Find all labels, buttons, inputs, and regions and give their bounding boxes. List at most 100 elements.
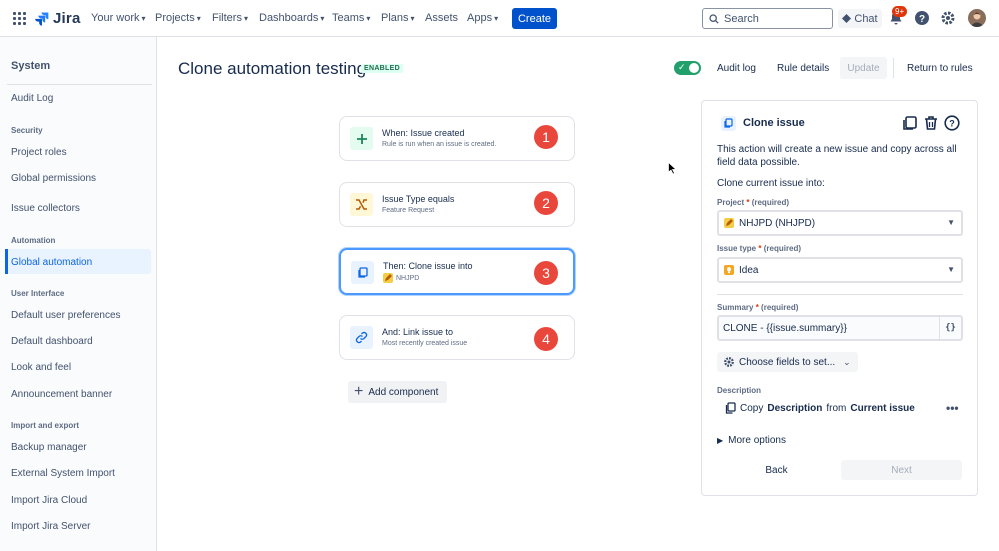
chevron-down-icon: ▾ xyxy=(410,13,415,23)
sidebar-heading-security: Security xyxy=(11,126,43,135)
nav-label: Your work xyxy=(91,12,140,24)
sidebar-item-project-roles[interactable]: Project roles xyxy=(11,147,67,158)
sidebar-item-import-jira-cloud[interactable]: Import Jira Cloud xyxy=(11,495,87,506)
chevron-down-icon: ▾ xyxy=(366,13,371,23)
link-icon xyxy=(350,326,373,349)
nav-your-work[interactable]: Your work ▾ xyxy=(91,12,146,24)
check-icon: ✓ xyxy=(678,62,686,72)
create-button[interactable]: Create xyxy=(512,8,557,29)
update-button[interactable]: Update xyxy=(840,57,887,79)
status-badge: ENABLED xyxy=(361,64,403,73)
duplicate-icon[interactable] xyxy=(902,115,918,131)
trash-icon[interactable] xyxy=(923,115,939,131)
sidebar-title: System xyxy=(11,60,51,72)
plus-icon: + xyxy=(354,383,364,400)
sidebar-item-backup-manager[interactable]: Backup manager xyxy=(11,442,87,453)
chat-button[interactable]: Chat xyxy=(838,9,882,28)
chevron-down-icon: ▾ xyxy=(494,13,499,23)
rule-details-button[interactable]: Rule details xyxy=(777,63,829,74)
copy-source-name: Current issue xyxy=(850,402,915,414)
sidebar-heading-user-interface: User Interface xyxy=(11,289,65,298)
project-pencil-icon xyxy=(724,218,734,228)
jira-logo-icon xyxy=(35,11,49,26)
sidebar-item-external-system-import[interactable]: External System Import xyxy=(11,468,115,479)
issue-type-select-value: Idea xyxy=(739,264,759,276)
nav-label: Filters xyxy=(212,12,242,24)
step-number-badge: 1 xyxy=(534,125,558,149)
clone-into-label: Clone current issue into: xyxy=(717,178,825,189)
avatar-person-icon xyxy=(970,12,984,27)
nav-label: Dashboards xyxy=(259,12,319,24)
nav-assets[interactable]: Assets xyxy=(425,12,458,24)
copy-icon xyxy=(721,116,736,131)
sidebar-item-import-jira-server[interactable]: Import Jira Server xyxy=(11,521,90,532)
label-text: Summary xyxy=(717,303,754,312)
search-box[interactable] xyxy=(702,8,833,29)
chevron-down-icon: ▼ xyxy=(947,265,955,274)
next-button[interactable]: Next xyxy=(841,460,962,480)
chevron-right-icon: ▶ xyxy=(717,436,724,445)
summary-input[interactable] xyxy=(723,322,923,334)
more-actions-icon[interactable]: ••• xyxy=(946,401,959,415)
choose-fields-button[interactable]: Choose fields to set... ⌄ xyxy=(717,352,858,372)
label-text: Issue type xyxy=(717,244,757,253)
rule-enabled-toggle[interactable]: ✓ xyxy=(674,61,701,75)
sidebar-item-global-automation[interactable]: Global automation xyxy=(11,257,92,268)
clone-issue-panel: Clone issue ? This action will create a … xyxy=(701,100,978,496)
project-field-label: Project * (required) xyxy=(717,198,789,207)
component-subtitle-row: NHJPD xyxy=(383,273,419,283)
panel-divider xyxy=(717,294,963,295)
nav-label: Apps xyxy=(467,12,493,24)
more-options-toggle[interactable]: ▶ More options xyxy=(717,435,786,446)
nav-filters[interactable]: Filters ▾ xyxy=(212,12,248,24)
app-switcher-icon[interactable] xyxy=(13,12,26,25)
nav-plans[interactable]: Plans ▾ xyxy=(381,12,415,24)
copy-prefix: Copy xyxy=(740,402,764,414)
add-component-label: Add component xyxy=(368,386,439,398)
nav-apps[interactable]: Apps ▾ xyxy=(467,12,498,24)
rule-component-action-clone[interactable]: Then: Clone issue into NHJPD 3 xyxy=(339,248,575,295)
settings-gear-icon[interactable] xyxy=(940,10,956,26)
rule-component-trigger[interactable]: When: Issue created Rule is run when an … xyxy=(339,116,575,161)
help-circle-icon[interactable]: ? xyxy=(944,115,960,131)
sidebar-item-look-and-feel[interactable]: Look and feel xyxy=(11,362,71,373)
jira-logo[interactable]: Jira xyxy=(34,10,81,27)
sidebar-heading-automation: Automation xyxy=(11,236,56,245)
issue-type-select[interactable]: Idea ▼ xyxy=(717,257,963,283)
user-avatar[interactable] xyxy=(968,9,986,27)
chevron-down-icon: ▾ xyxy=(141,13,146,23)
nav-projects[interactable]: Projects ▾ xyxy=(155,12,201,24)
rule-component-action-link[interactable]: And: Link issue to Most recently created… xyxy=(339,315,575,360)
nav-teams[interactable]: Teams ▾ xyxy=(332,12,370,24)
app-name: Jira xyxy=(53,10,81,27)
help-icon[interactable]: ? xyxy=(914,10,930,26)
step-number-badge: 4 xyxy=(534,327,558,351)
sidebar-item-default-user-preferences[interactable]: Default user preferences xyxy=(11,310,121,321)
panel-title: Clone issue xyxy=(743,117,805,129)
nav-dashboards[interactable]: Dashboards ▾ xyxy=(259,12,324,24)
component-subtitle: NHJPD xyxy=(396,274,420,282)
copy-field-name: Description xyxy=(767,402,823,414)
copy-icon xyxy=(351,261,374,284)
sidebar-item-default-dashboard[interactable]: Default dashboard xyxy=(11,336,93,347)
smart-value-button[interactable]: {} xyxy=(939,317,961,339)
step-number-badge: 3 xyxy=(534,261,558,285)
required-text: (required) xyxy=(763,244,802,253)
branch-icon xyxy=(350,193,373,216)
add-component-button[interactable]: + Add component xyxy=(348,381,447,403)
svg-text:?: ? xyxy=(949,119,955,129)
chat-icon xyxy=(842,14,852,23)
sidebar-item-global-permissions[interactable]: Global permissions xyxy=(11,173,96,184)
rule-component-condition[interactable]: Issue Type equals Feature Request 2 xyxy=(339,182,575,227)
sidebar-item-announcement-banner[interactable]: Announcement banner xyxy=(11,389,112,400)
chevron-down-icon: ⌄ xyxy=(843,356,851,367)
return-to-rules-button[interactable]: Return to rules xyxy=(907,63,973,74)
sidebar-item-issue-collectors[interactable]: Issue collectors xyxy=(11,203,80,214)
search-input[interactable] xyxy=(724,12,824,25)
chat-label: Chat xyxy=(854,12,878,25)
project-select[interactable]: NHJPD (NHJPD) ▼ xyxy=(717,210,963,236)
back-button[interactable]: Back xyxy=(717,460,836,480)
sidebar-item-audit-log[interactable]: Audit Log xyxy=(11,93,53,104)
component-subtitle: Feature Request xyxy=(382,207,435,214)
audit-log-button[interactable]: Audit log xyxy=(717,63,756,74)
